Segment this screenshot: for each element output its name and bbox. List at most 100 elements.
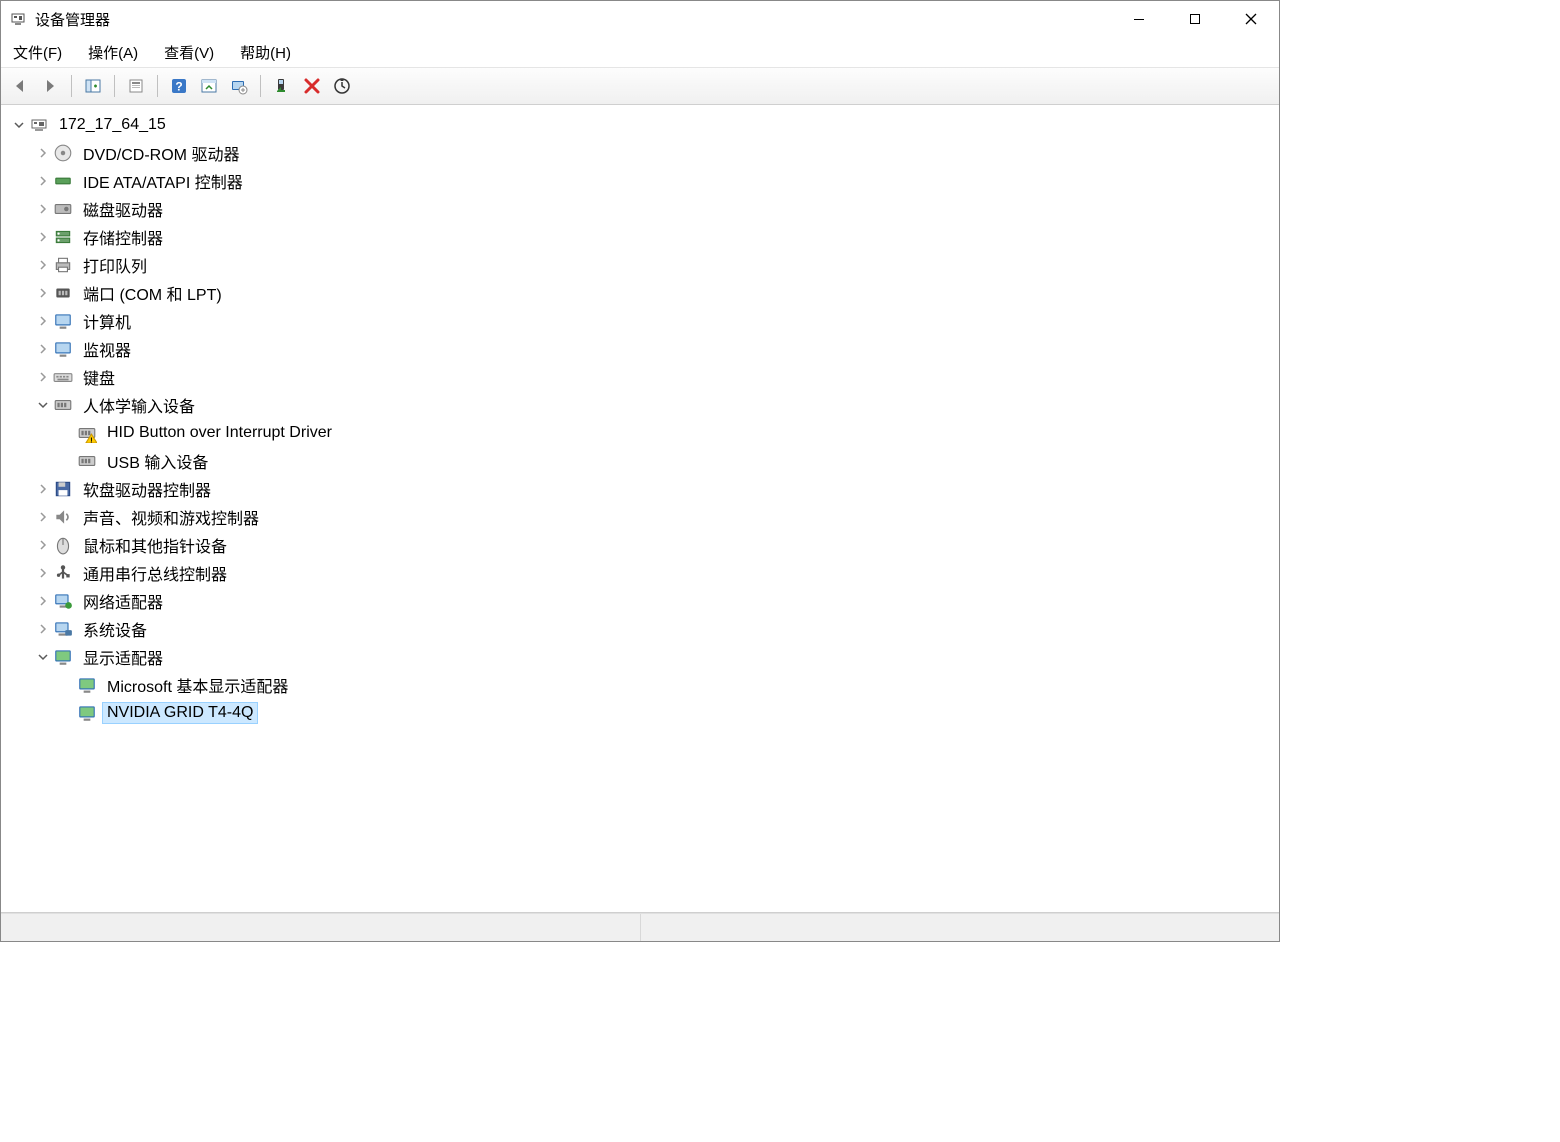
tree-category[interactable]: 软盘驱动器控制器 — [11, 475, 1279, 503]
menu-action[interactable]: 操作(A) — [84, 40, 142, 65]
tree-category[interactable]: 系统设备 — [11, 615, 1279, 643]
tree-category-label: 计算机 — [79, 308, 135, 334]
usb-icon — [53, 563, 73, 583]
tree-category-label: 通用串行总线控制器 — [79, 560, 231, 586]
scan-button[interactable] — [196, 73, 222, 99]
uninstall-button[interactable] — [299, 73, 325, 99]
tree-category[interactable]: 打印队列 — [11, 251, 1279, 279]
hid-warn-icon: ! — [77, 423, 97, 443]
menu-view[interactable]: 查看(V) — [160, 40, 218, 65]
tree-device[interactable]: USB 输入设备 — [11, 447, 1279, 475]
chevron-right-icon[interactable] — [35, 481, 51, 497]
menubar: 文件(F) 操作(A) 查看(V) 帮助(H) — [1, 37, 1279, 67]
back-button[interactable] — [7, 73, 33, 99]
tree-category[interactable]: 显示适配器 — [11, 643, 1279, 671]
tree-category[interactable]: 声音、视频和游戏控制器 — [11, 503, 1279, 531]
chevron-right-icon[interactable] — [35, 509, 51, 525]
chevron-right-icon[interactable] — [35, 621, 51, 637]
tree-category-label: 软盘驱动器控制器 — [79, 476, 215, 502]
chevron-right-icon[interactable] — [35, 565, 51, 581]
tree-category[interactable]: 端口 (COM 和 LPT) — [11, 279, 1279, 307]
chevron-right-icon[interactable] — [35, 229, 51, 245]
hid-icon — [53, 395, 73, 415]
chevron-right-icon[interactable] — [35, 593, 51, 609]
tree-category[interactable]: 计算机 — [11, 307, 1279, 335]
chevron-right-icon[interactable] — [35, 257, 51, 273]
chevron-right-icon[interactable] — [35, 173, 51, 189]
menu-file[interactable]: 文件(F) — [9, 40, 66, 65]
tree-device[interactable]: ! HID Button over Interrupt Driver — [11, 419, 1279, 447]
chevron-down-icon[interactable] — [11, 117, 27, 133]
close-button[interactable] — [1223, 1, 1279, 37]
device-manager-window: 设备管理器 文件(F) 操作(A) 查看(V) 帮助(H) — [0, 0, 1280, 942]
chevron-right-icon[interactable] — [35, 285, 51, 301]
chevron-right-icon[interactable] — [35, 313, 51, 329]
app-icon — [9, 10, 27, 28]
tree-category[interactable]: 磁盘驱动器 — [11, 195, 1279, 223]
hid-icon — [77, 451, 97, 471]
disk-icon — [53, 199, 73, 219]
tree-root-label: 172_17_64_15 — [55, 115, 170, 135]
chevron-right-icon[interactable] — [35, 537, 51, 553]
maximize-button[interactable] — [1167, 1, 1223, 37]
network-icon — [53, 591, 73, 611]
mouse-icon — [53, 535, 73, 555]
tree-category[interactable]: IDE ATA/ATAPI 控制器 — [11, 167, 1279, 195]
toolbar-separator — [71, 75, 72, 97]
tree-category-label: 显示适配器 — [79, 644, 167, 670]
floppy-icon — [53, 479, 73, 499]
tree-category[interactable]: 通用串行总线控制器 — [11, 559, 1279, 587]
monitor-icon — [53, 339, 73, 359]
tree-root[interactable]: 172_17_64_15 — [11, 111, 1279, 139]
device-tree[interactable]: 172_17_64_15 DVD/CD-ROM 驱动器IDE ATA/ATAPI… — [1, 105, 1279, 913]
tree-device[interactable]: NVIDIA GRID T4-4Q — [11, 699, 1279, 727]
tree-category[interactable]: 键盘 — [11, 363, 1279, 391]
tree-category[interactable]: DVD/CD-ROM 驱动器 — [11, 139, 1279, 167]
tree-category-label: 端口 (COM 和 LPT) — [79, 280, 226, 306]
tree-device-label: HID Button over Interrupt Driver — [103, 423, 336, 443]
show-hide-button[interactable] — [80, 73, 106, 99]
printer-icon — [53, 255, 73, 275]
computer-root-icon — [29, 115, 49, 135]
enable-device-button[interactable] — [269, 73, 295, 99]
properties-button[interactable] — [123, 73, 149, 99]
tree-category[interactable]: 监视器 — [11, 335, 1279, 363]
status-cell — [641, 914, 1280, 941]
window-controls — [1111, 1, 1279, 37]
tree-category-label: 鼠标和其他指针设备 — [79, 532, 231, 558]
forward-button[interactable] — [37, 73, 63, 99]
chevron-right-icon[interactable] — [35, 341, 51, 357]
minimize-button[interactable] — [1111, 1, 1167, 37]
help-button[interactable]: ? — [166, 73, 192, 99]
chevron-down-icon[interactable] — [35, 397, 51, 413]
tree-category[interactable]: 人体学输入设备 — [11, 391, 1279, 419]
window-title: 设备管理器 — [35, 9, 110, 30]
tree-category[interactable]: 存储控制器 — [11, 223, 1279, 251]
tree-category-label: 系统设备 — [79, 616, 151, 642]
chevron-right-icon[interactable] — [35, 201, 51, 217]
toolbar-separator — [114, 75, 115, 97]
chevron-right-icon[interactable] — [35, 145, 51, 161]
status-cell — [1, 914, 641, 941]
audio-icon — [53, 507, 73, 527]
computer-icon — [53, 311, 73, 331]
statusbar — [1, 913, 1279, 941]
tree-device[interactable]: Microsoft 基本显示适配器 — [11, 671, 1279, 699]
update-driver-button[interactable] — [226, 73, 252, 99]
menu-help[interactable]: 帮助(H) — [236, 40, 295, 65]
chevron-down-icon[interactable] — [35, 649, 51, 665]
tree-category-label: 声音、视频和游戏控制器 — [79, 504, 263, 530]
tree-category[interactable]: 鼠标和其他指针设备 — [11, 531, 1279, 559]
tree-category[interactable]: 网络适配器 — [11, 587, 1279, 615]
tree-category-label: 网络适配器 — [79, 588, 167, 614]
tree-device-label: NVIDIA GRID T4-4Q — [103, 703, 257, 723]
tree-category-label: 人体学输入设备 — [79, 392, 199, 418]
tree-category-label: DVD/CD-ROM 驱动器 — [79, 140, 243, 166]
titlebar: 设备管理器 — [1, 1, 1279, 37]
svg-text:?: ? — [175, 80, 182, 94]
chevron-right-icon[interactable] — [35, 369, 51, 385]
svg-text:!: ! — [90, 435, 93, 443]
tree-category-label: IDE ATA/ATAPI 控制器 — [79, 168, 247, 194]
storage-icon — [53, 227, 73, 247]
scan-for-changes-button[interactable] — [329, 73, 355, 99]
